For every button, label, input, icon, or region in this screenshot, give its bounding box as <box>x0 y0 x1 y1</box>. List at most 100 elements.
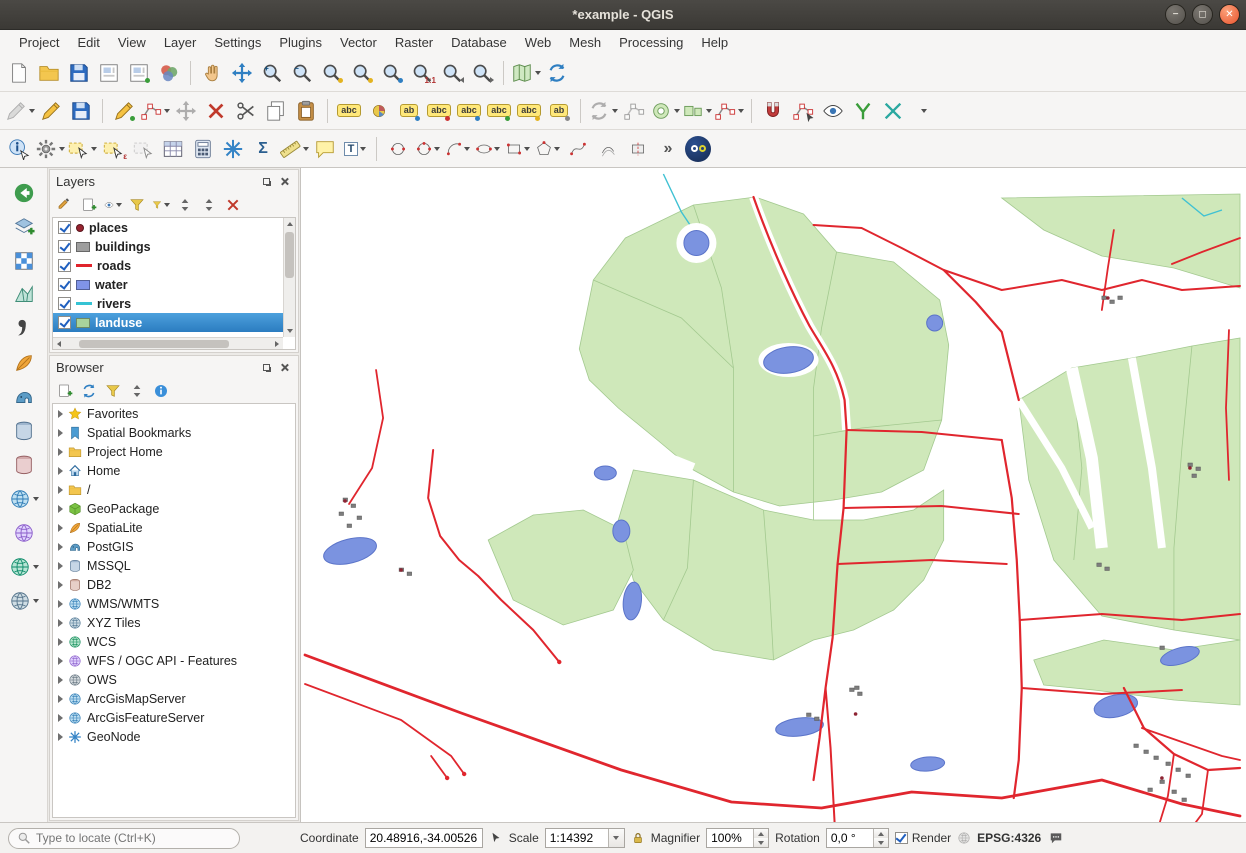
simplify-feature-button[interactable] <box>620 97 648 125</box>
expander-icon[interactable] <box>58 676 63 684</box>
scale-input[interactable] <box>546 829 608 847</box>
menu-item-help[interactable]: Help <box>692 32 737 53</box>
zoom-in-button[interactable]: + <box>258 59 286 87</box>
digitize-arc-button[interactable] <box>444 135 472 163</box>
undock-panel-button[interactable] <box>259 360 274 375</box>
expander-icon[interactable] <box>58 505 63 513</box>
browser-item-db2[interactable]: DB2 <box>53 575 295 594</box>
crs-globe-icon[interactable] <box>957 831 971 845</box>
show-layout-manager-button[interactable] <box>125 59 153 87</box>
layer-row-buildings[interactable]: buildings <box>53 237 295 256</box>
expander-icon[interactable] <box>58 486 63 494</box>
paste-features-button[interactable] <box>292 97 320 125</box>
zoom-native-button[interactable]: 1:1 <box>408 59 436 87</box>
browser-item-xyz[interactable]: XYZ Tiles <box>53 613 295 632</box>
layers-panel-header[interactable]: Layers <box>50 170 298 192</box>
add-wcs-layer-button[interactable] <box>8 554 40 580</box>
rotation-input[interactable] <box>827 829 873 847</box>
digitize-ellipse-button[interactable] <box>474 135 502 163</box>
minimize-button[interactable]: − <box>1165 4 1186 25</box>
browser-panel-header[interactable]: Browser <box>50 356 298 378</box>
menu-item-vector[interactable]: Vector <box>331 32 386 53</box>
layer-checkbox[interactable] <box>58 240 71 253</box>
close-button[interactable]: ✕ <box>1219 4 1240 25</box>
expander-icon[interactable] <box>58 714 63 722</box>
vertex-tool-button[interactable] <box>140 97 170 125</box>
snapping-options-button[interactable] <box>759 97 787 125</box>
maximize-button[interactable]: ◻ <box>1192 4 1213 25</box>
expander-icon[interactable] <box>58 657 63 665</box>
scroll-right-button[interactable] <box>271 338 283 350</box>
menu-item-layer[interactable]: Layer <box>155 32 206 53</box>
select-by-expression-button[interactable]: ε <box>99 135 127 163</box>
new-map-view-button[interactable] <box>511 59 541 87</box>
title-bar[interactable]: *example - QGIS − ◻ ✕ <box>0 0 1246 30</box>
browser-item-postgis[interactable]: PostGIS <box>53 537 295 556</box>
browser-item-geonode[interactable]: GeoNode <box>53 727 295 746</box>
browser-item-mssql[interactable]: MSSQL <box>53 556 295 575</box>
magnifier-up-button[interactable] <box>754 829 768 838</box>
digitize-split-button[interactable] <box>624 135 652 163</box>
expander-icon[interactable] <box>58 600 63 608</box>
add-part-button[interactable] <box>682 97 712 125</box>
run-feature-action-button[interactable] <box>35 135 65 163</box>
trim-extend-button[interactable] <box>879 97 907 125</box>
reshape-features-button[interactable] <box>714 97 744 125</box>
layer-row-roads[interactable]: roads <box>53 256 295 275</box>
scale-combo[interactable] <box>545 828 625 848</box>
pan-map-button[interactable] <box>198 59 226 87</box>
add-wfs-layer-button[interactable] <box>8 520 40 546</box>
layer-row-places[interactable]: places <box>53 218 295 237</box>
messages-bubble-icon[interactable] <box>1049 831 1063 845</box>
menu-item-web[interactable]: Web <box>516 32 561 53</box>
expand-all-button[interactable] <box>176 196 194 214</box>
map-canvas[interactable] <box>301 168 1246 822</box>
save-layer-edits-button[interactable] <box>67 97 95 125</box>
processing-toolbox-button[interactable] <box>219 135 247 163</box>
scroll-left-button[interactable] <box>53 338 65 350</box>
layer-row-water[interactable]: water <box>53 275 295 294</box>
style-manager-button[interactable] <box>155 59 183 87</box>
digitize-circle-3points-button[interactable] <box>414 135 442 163</box>
show-map-tips-eye-button[interactable] <box>819 97 847 125</box>
rotation-spinbox[interactable] <box>826 828 889 848</box>
render-checkbox[interactable]: Render <box>895 831 951 845</box>
digitize-curve-button[interactable] <box>564 135 592 163</box>
browser-item-spatialite[interactable]: SpatiaLite <box>53 518 295 537</box>
lock-scale-icon[interactable] <box>631 831 645 845</box>
zoom-full-button[interactable] <box>318 59 346 87</box>
open-layer-styling-button[interactable] <box>56 196 74 214</box>
layer-checkbox[interactable] <box>58 316 71 329</box>
menu-item-mesh[interactable]: Mesh <box>560 32 610 53</box>
add-mesh-layer-button[interactable] <box>8 282 40 308</box>
rotate-label-button[interactable]: abc <box>485 97 513 125</box>
filter-legend-button[interactable] <box>128 196 146 214</box>
highlight-pinned-labels-button[interactable]: abc <box>425 97 453 125</box>
add-xyz-layer-button[interactable] <box>8 588 40 614</box>
add-wms-layer-button[interactable] <box>8 486 40 512</box>
expander-icon[interactable] <box>58 467 63 475</box>
expander-icon[interactable] <box>58 638 63 646</box>
measure-line-button[interactable] <box>279 135 309 163</box>
undock-panel-button[interactable] <box>259 174 274 189</box>
cut-features-button[interactable] <box>232 97 260 125</box>
vertical-scrollbar[interactable] <box>283 218 295 337</box>
menu-item-processing[interactable]: Processing <box>610 32 692 53</box>
data-source-manager-button[interactable] <box>8 180 40 206</box>
expander-icon[interactable] <box>58 619 63 627</box>
toggle-editing-button[interactable] <box>37 97 65 125</box>
browser-item-arcgis-map[interactable]: ArcGisMapServer <box>53 689 295 708</box>
layer-row-rivers[interactable]: rivers <box>53 294 295 313</box>
rotation-down-button[interactable] <box>874 838 888 847</box>
browser-item-root[interactable]: / <box>53 480 295 499</box>
text-annotation-button[interactable]: T <box>341 135 369 163</box>
expander-icon[interactable] <box>58 448 63 456</box>
delete-selected-button[interactable] <box>202 97 230 125</box>
layer-checkbox[interactable] <box>58 297 71 310</box>
identify-features-button[interactable] <box>5 135 33 163</box>
layer-row-landuse[interactable]: landuse <box>53 313 295 332</box>
zoom-next-button[interactable] <box>468 59 496 87</box>
browser-item-home[interactable]: Home <box>53 461 295 480</box>
new-project-button[interactable] <box>5 59 33 87</box>
scroll-up-button[interactable] <box>284 218 295 230</box>
